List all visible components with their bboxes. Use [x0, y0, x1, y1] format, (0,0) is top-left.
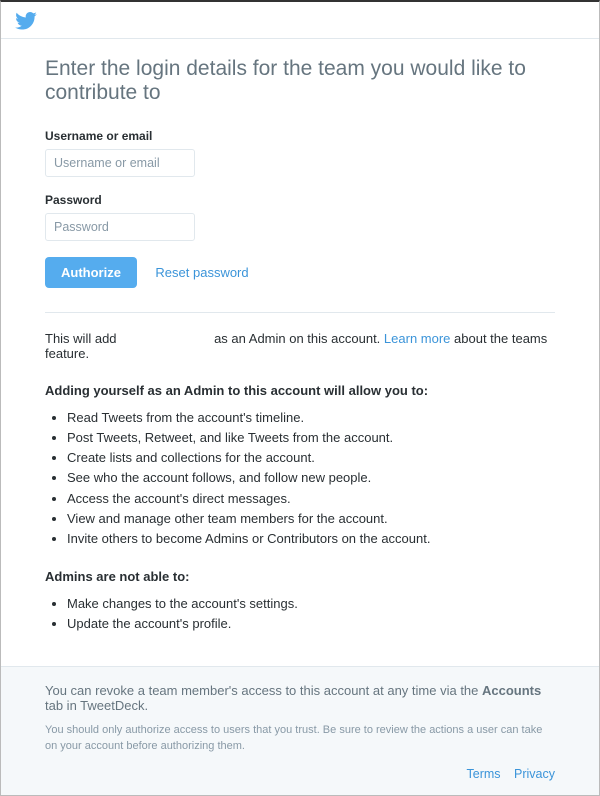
footer-revoke-suffix: tab in TweetDeck. [45, 698, 148, 713]
allow-title: Adding yourself as an Admin to this acco… [45, 383, 555, 398]
deny-list: Make changes to the account's settings.U… [45, 594, 555, 634]
list-item: View and manage other team members for t… [67, 509, 555, 529]
deny-title: Admins are not able to: [45, 569, 555, 584]
list-item: Update the account's profile. [67, 614, 555, 634]
allow-list: Read Tweets from the account's timeline.… [45, 408, 555, 549]
info-prefix: This will add [45, 331, 117, 346]
list-item: Read Tweets from the account's timeline. [67, 408, 555, 428]
username-label: Username or email [45, 129, 555, 143]
terms-link[interactable]: Terms [467, 767, 501, 781]
footer: You can revoke a team member's access to… [1, 666, 599, 795]
list-item: Make changes to the account's settings. [67, 594, 555, 614]
footer-links: Terms Privacy [45, 767, 555, 781]
list-item: See who the account follows, and follow … [67, 468, 555, 488]
footer-revoke-text: You can revoke a team member's access to… [45, 683, 555, 713]
twitter-bird-icon [15, 12, 585, 30]
footer-warning: You should only authorize access to user… [45, 723, 555, 755]
password-label: Password [45, 193, 555, 207]
list-item: Access the account's direct messages. [67, 489, 555, 509]
list-item: Post Tweets, Retweet, and like Tweets fr… [67, 428, 555, 448]
list-item: Create lists and collections for the acc… [67, 448, 555, 468]
info-suffix: as an Admin on this account. [214, 331, 380, 346]
footer-revoke-prefix: You can revoke a team member's access to… [45, 683, 482, 698]
footer-revoke-bold: Accounts [482, 683, 541, 698]
list-item: Invite others to become Admins or Contri… [67, 529, 555, 549]
privacy-link[interactable]: Privacy [514, 767, 555, 781]
main-content: Enter the login details for the team you… [1, 39, 599, 666]
form-actions: Authorize Reset password [45, 257, 555, 288]
info-line: This will add as an Admin on this accoun… [45, 331, 555, 361]
password-input[interactable] [45, 213, 195, 241]
reset-password-link[interactable]: Reset password [155, 265, 248, 280]
page-title: Enter the login details for the team you… [45, 57, 555, 105]
learn-more-link[interactable]: Learn more [384, 331, 450, 346]
topbar [1, 2, 599, 39]
authorize-button[interactable]: Authorize [45, 257, 137, 288]
username-input[interactable] [45, 149, 195, 177]
divider [45, 312, 555, 313]
